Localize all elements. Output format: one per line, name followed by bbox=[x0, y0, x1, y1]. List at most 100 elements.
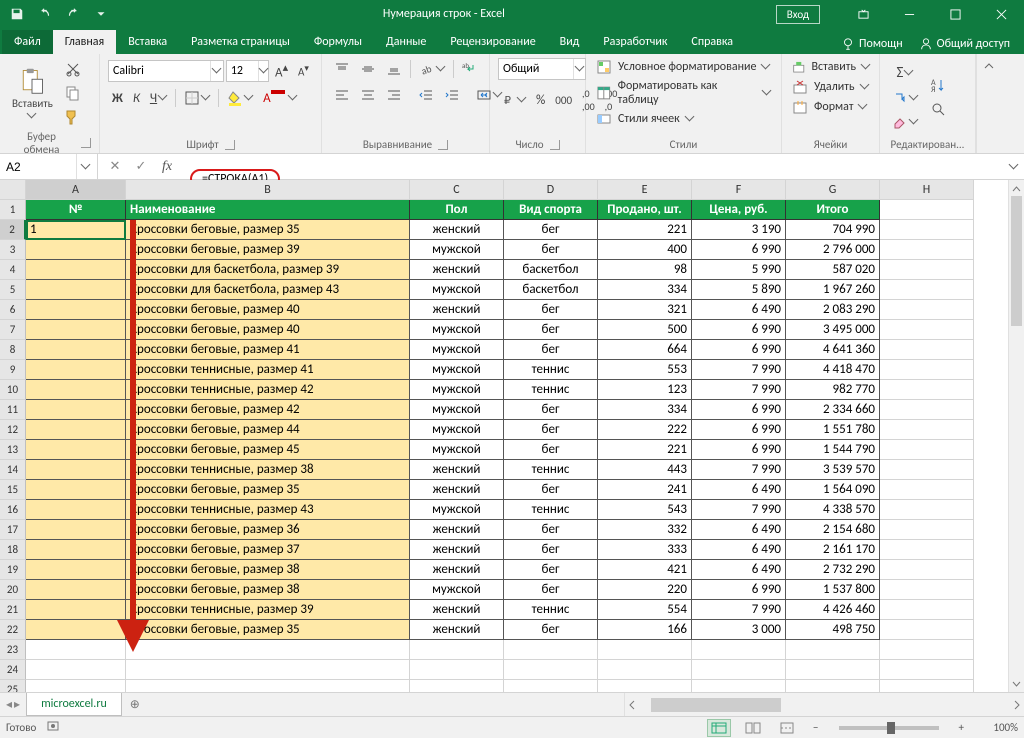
row-header-9[interactable]: 9 bbox=[0, 360, 26, 380]
cell-A4[interactable] bbox=[26, 260, 126, 280]
cell-B8[interactable]: Кроссовки беговые, размер 41 bbox=[126, 340, 410, 360]
cell-G21[interactable]: 4 426 460 bbox=[786, 600, 880, 620]
cell-styles-button[interactable]: Стили ячеек bbox=[594, 110, 773, 128]
clear-icon[interactable] bbox=[888, 111, 922, 133]
cell-B21[interactable]: Кроссовки теннисные, размер 39 bbox=[126, 600, 410, 620]
row-header-24[interactable]: 24 bbox=[0, 660, 26, 680]
increase-indent-icon[interactable] bbox=[440, 84, 464, 106]
cell-F3[interactable]: 6 990 bbox=[692, 240, 786, 260]
cell-C21[interactable]: женский bbox=[410, 600, 504, 620]
decrease-font-icon[interactable]: A▾ bbox=[294, 60, 313, 82]
italic-icon[interactable]: К bbox=[129, 88, 144, 109]
cell-E12[interactable]: 222 bbox=[598, 420, 692, 440]
cell-E10[interactable]: 123 bbox=[598, 380, 692, 400]
cell-D13[interactable]: бег bbox=[504, 440, 598, 460]
cell-G10[interactable]: 982 770 bbox=[786, 380, 880, 400]
cell-F10[interactable]: 7 990 bbox=[692, 380, 786, 400]
cell-A15[interactable] bbox=[26, 480, 126, 500]
insert-cells-button[interactable]: Вставить bbox=[790, 58, 871, 76]
row-header-6[interactable]: 6 bbox=[0, 300, 26, 320]
cell-D14[interactable]: теннис bbox=[504, 460, 598, 480]
cell-B20[interactable]: Кроссовки беговые, размер 38 bbox=[126, 580, 410, 600]
fill-icon[interactable] bbox=[888, 87, 922, 109]
cell-B14[interactable]: Кроссовки теннисные, размер 38 bbox=[126, 460, 410, 480]
cell-B4[interactable]: Кроссовки для баскетбола, размер 39 bbox=[126, 260, 410, 280]
cell-F14[interactable]: 7 990 bbox=[692, 460, 786, 480]
tab-data[interactable]: Данные bbox=[374, 30, 438, 54]
align-center-icon[interactable] bbox=[356, 84, 380, 106]
cell-F8[interactable]: 6 990 bbox=[692, 340, 786, 360]
cell-A18[interactable] bbox=[26, 540, 126, 560]
cell-D15[interactable]: бег bbox=[504, 480, 598, 500]
cell-B6[interactable]: Кроссовки беговые, размер 40 bbox=[126, 300, 410, 320]
conditional-formatting-button[interactable]: Условное форматирование bbox=[594, 58, 773, 76]
cell-G15[interactable]: 1 564 090 bbox=[786, 480, 880, 500]
share-button[interactable]: Общий доступ bbox=[913, 34, 1016, 54]
cell-B16[interactable]: Кроссовки теннисные, размер 43 bbox=[126, 500, 410, 520]
cell-D22[interactable]: бег bbox=[504, 620, 598, 640]
table-header[interactable]: Наименование bbox=[126, 200, 410, 220]
row-header-18[interactable]: 18 bbox=[0, 540, 26, 560]
tab-developer[interactable]: Разработчик bbox=[591, 30, 679, 54]
tell-me-button[interactable]: Помощн bbox=[835, 34, 909, 54]
tab-file[interactable]: Файл bbox=[2, 30, 53, 54]
percent-icon[interactable]: % bbox=[532, 90, 549, 111]
table-header[interactable]: № bbox=[26, 200, 126, 220]
cell-B17[interactable]: Кроссовки беговые, размер 36 bbox=[126, 520, 410, 540]
horizontal-scroll-thumb[interactable] bbox=[651, 698, 781, 712]
row-header-23[interactable]: 23 bbox=[0, 640, 26, 660]
cell-E9[interactable]: 553 bbox=[598, 360, 692, 380]
cell-C18[interactable]: женский bbox=[410, 540, 504, 560]
cell-C20[interactable]: мужской bbox=[410, 580, 504, 600]
cell-E16[interactable]: 543 bbox=[598, 500, 692, 520]
cell-G4[interactable]: 587 020 bbox=[786, 260, 880, 280]
cell-G16[interactable]: 4 338 570 bbox=[786, 500, 880, 520]
save-icon[interactable] bbox=[6, 3, 28, 25]
format-painter-icon[interactable] bbox=[61, 106, 85, 128]
cell-G18[interactable]: 2 161 170 bbox=[786, 540, 880, 560]
cell-D11[interactable]: бег bbox=[504, 400, 598, 420]
cell-C7[interactable]: мужской bbox=[410, 320, 504, 340]
cell-E3[interactable]: 400 bbox=[598, 240, 692, 260]
name-box[interactable] bbox=[0, 154, 98, 179]
cell-E21[interactable]: 554 bbox=[598, 600, 692, 620]
cell-B5[interactable]: Кроссовки для баскетбола, размер 43 bbox=[126, 280, 410, 300]
minimize-button[interactable] bbox=[886, 0, 932, 28]
paste-button[interactable]: Вставить bbox=[8, 64, 57, 123]
cell-C17[interactable]: женский bbox=[410, 520, 504, 540]
table-header[interactable]: Пол bbox=[410, 200, 504, 220]
zoom-level[interactable]: 100% bbox=[978, 721, 1018, 734]
cell-G13[interactable]: 1 544 790 bbox=[786, 440, 880, 460]
cell-C14[interactable]: женский bbox=[410, 460, 504, 480]
cell-D16[interactable]: теннис bbox=[504, 500, 598, 520]
cell-G20[interactable]: 1 537 800 bbox=[786, 580, 880, 600]
font-color-icon[interactable]: A bbox=[259, 87, 301, 109]
signin-button[interactable]: Вход bbox=[776, 5, 820, 24]
cell-G22[interactable]: 498 750 bbox=[786, 620, 880, 640]
cell-E14[interactable]: 443 bbox=[598, 460, 692, 480]
align-bottom-icon[interactable] bbox=[382, 58, 406, 80]
cell-B7[interactable]: Кроссовки беговые, размер 40 bbox=[126, 320, 410, 340]
row-header-14[interactable]: 14 bbox=[0, 460, 26, 480]
cell-A14[interactable] bbox=[26, 460, 126, 480]
cell-D12[interactable]: бег bbox=[504, 420, 598, 440]
cell-D17[interactable]: бег bbox=[504, 520, 598, 540]
cell-C10[interactable]: мужской bbox=[410, 380, 504, 400]
cell-A19[interactable] bbox=[26, 560, 126, 580]
table-header[interactable]: Вид спорта bbox=[504, 200, 598, 220]
number-dialog-launcher[interactable] bbox=[550, 140, 560, 150]
row-header-16[interactable]: 16 bbox=[0, 500, 26, 520]
align-middle-icon[interactable] bbox=[356, 58, 380, 80]
col-header-E[interactable]: E bbox=[598, 180, 692, 200]
cell-B18[interactable]: Кроссовки беговые, размер 37 bbox=[126, 540, 410, 560]
row-header-8[interactable]: 8 bbox=[0, 340, 26, 360]
cell-A11[interactable] bbox=[26, 400, 126, 420]
cell-A17[interactable] bbox=[26, 520, 126, 540]
cell-D20[interactable]: бег bbox=[504, 580, 598, 600]
cell-B15[interactable]: Кроссовки беговые, размер 35 bbox=[126, 480, 410, 500]
col-header-G[interactable]: G bbox=[786, 180, 880, 200]
row-header-20[interactable]: 20 bbox=[0, 580, 26, 600]
wrap-text-icon[interactable]: ab bbox=[457, 58, 481, 80]
cell-C6[interactable]: женский bbox=[410, 300, 504, 320]
cell-F22[interactable]: 3 000 bbox=[692, 620, 786, 640]
